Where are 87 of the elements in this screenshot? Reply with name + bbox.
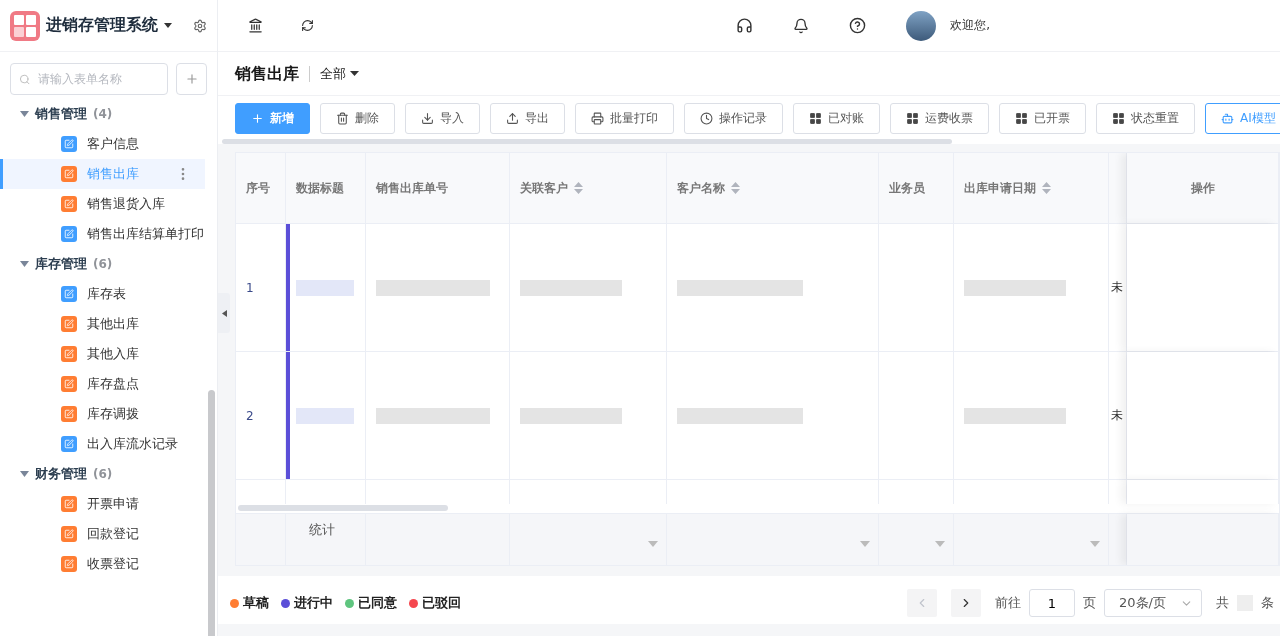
group-label[interactable]: 库存管理: [35, 255, 87, 273]
caret-icon: [350, 71, 359, 76]
refresh-icon[interactable]: [301, 19, 314, 32]
column-header: 数据标题: [286, 153, 366, 224]
toolbar-button[interactable]: 已开票: [999, 103, 1086, 134]
download-icon: [421, 112, 434, 125]
sidebar-item[interactable]: 其他入库: [0, 339, 205, 369]
trash-icon: [336, 112, 349, 125]
column-header: 序号: [236, 153, 286, 224]
caret-icon[interactable]: [164, 23, 172, 28]
printer-icon: [591, 112, 604, 125]
arrow-left-icon: [221, 309, 227, 317]
column-header: 销售出库单号: [366, 153, 510, 224]
column-header: 出库申请日期: [954, 153, 1109, 224]
sidebar-item[interactable]: 库存表: [0, 279, 205, 309]
logo-icon: [10, 10, 40, 41]
legend-item: 已驳回: [409, 594, 461, 612]
toolbar-button[interactable]: 删除: [320, 103, 395, 134]
page-title: 销售出库: [235, 65, 310, 82]
welcome-text: 欢迎您,: [950, 17, 990, 34]
sidebar-item[interactable]: 销售退货入库: [0, 189, 205, 219]
goto-label: 前往: [995, 594, 1021, 612]
scrollbar[interactable]: [222, 139, 952, 144]
toolbar-button[interactable]: 导出: [490, 103, 565, 134]
clock-icon: [700, 112, 713, 125]
toolbar-button[interactable]: 运费收票: [890, 103, 989, 134]
grid-icon: [906, 112, 919, 125]
filter-dropdown[interactable]: 全部: [310, 64, 359, 83]
toolbar-button[interactable]: 操作记录: [684, 103, 783, 134]
summary-label: 统计: [308, 521, 335, 539]
sort-icon[interactable]: [1042, 182, 1051, 195]
search-field[interactable]: 请输入表单名称: [10, 63, 168, 95]
plus-icon: [251, 112, 264, 125]
collapse-button[interactable]: [218, 293, 230, 333]
toolbar-button[interactable]: 批量打印: [575, 103, 674, 134]
column-header: 客户名称: [667, 153, 879, 224]
total-suffix: 条: [1261, 594, 1274, 612]
app-title: 进销存管理系统: [46, 15, 158, 36]
redacted-placeholder: [296, 407, 354, 424]
settings-icon[interactable]: [193, 18, 207, 33]
sidebar-item[interactable]: 出入库流水记录: [0, 429, 205, 459]
page-size-select[interactable]: 20条/页: [1104, 589, 1202, 617]
upload-icon: [506, 112, 519, 125]
scrollbar[interactable]: [208, 390, 215, 636]
toolbar-button[interactable]: 已对账: [793, 103, 880, 134]
group-count: (6): [93, 467, 113, 481]
grid-icon: [1015, 112, 1028, 125]
sidebar-item[interactable]: 回款登记: [0, 519, 205, 549]
group-count: (6): [93, 257, 113, 271]
expand-arrow-icon[interactable]: [20, 261, 29, 267]
column-header: 业务员: [879, 153, 954, 224]
bank-icon[interactable]: [248, 18, 263, 33]
headset-icon[interactable]: [736, 17, 754, 34]
legend-item: 进行中: [281, 594, 333, 612]
group-label[interactable]: 财务管理: [35, 465, 87, 483]
toolbar-button[interactable]: 导入: [405, 103, 480, 134]
sidebar-item[interactable]: 开票申请: [0, 489, 205, 519]
column-header: 关联客户: [510, 153, 667, 224]
group-label[interactable]: 销售管理: [35, 105, 87, 123]
sidebar-item[interactable]: 其他出库: [0, 309, 205, 339]
legend-item: 已同意: [345, 594, 397, 612]
column-header: 操作: [1127, 153, 1279, 224]
sort-icon[interactable]: [731, 182, 740, 195]
total-prefix: 共: [1216, 594, 1229, 612]
search-icon: [19, 72, 31, 86]
toolbar-button[interactable]: 状态重置: [1096, 103, 1195, 134]
sidebar-item[interactable]: 库存盘点: [0, 369, 205, 399]
scrollbar[interactable]: [238, 505, 448, 512]
grid-icon: [1112, 112, 1125, 125]
expand-arrow-icon[interactable]: [20, 471, 29, 477]
help-icon[interactable]: [849, 17, 867, 34]
page-unit-label: 页: [1083, 594, 1096, 612]
legend-item: 草稿: [230, 594, 269, 612]
expand-arrow-icon[interactable]: [20, 111, 29, 117]
redacted-placeholder: [296, 279, 354, 296]
bell-icon[interactable]: [793, 17, 810, 34]
group-count: (4): [93, 107, 113, 121]
plus-icon: [184, 72, 199, 86]
avatar[interactable]: [906, 10, 937, 41]
robot-icon: [1221, 112, 1234, 125]
sidebar-item[interactable]: 销售出库结算单打印: [0, 219, 205, 249]
sidebar-item[interactable]: 库存调拨: [0, 399, 205, 429]
page-input[interactable]: 1: [1029, 589, 1075, 617]
sidebar-item[interactable]: 客户信息: [0, 129, 205, 159]
sort-icon[interactable]: [574, 182, 583, 195]
sidebar-item[interactable]: 收票登记: [0, 549, 205, 579]
grid-icon: [809, 112, 822, 125]
